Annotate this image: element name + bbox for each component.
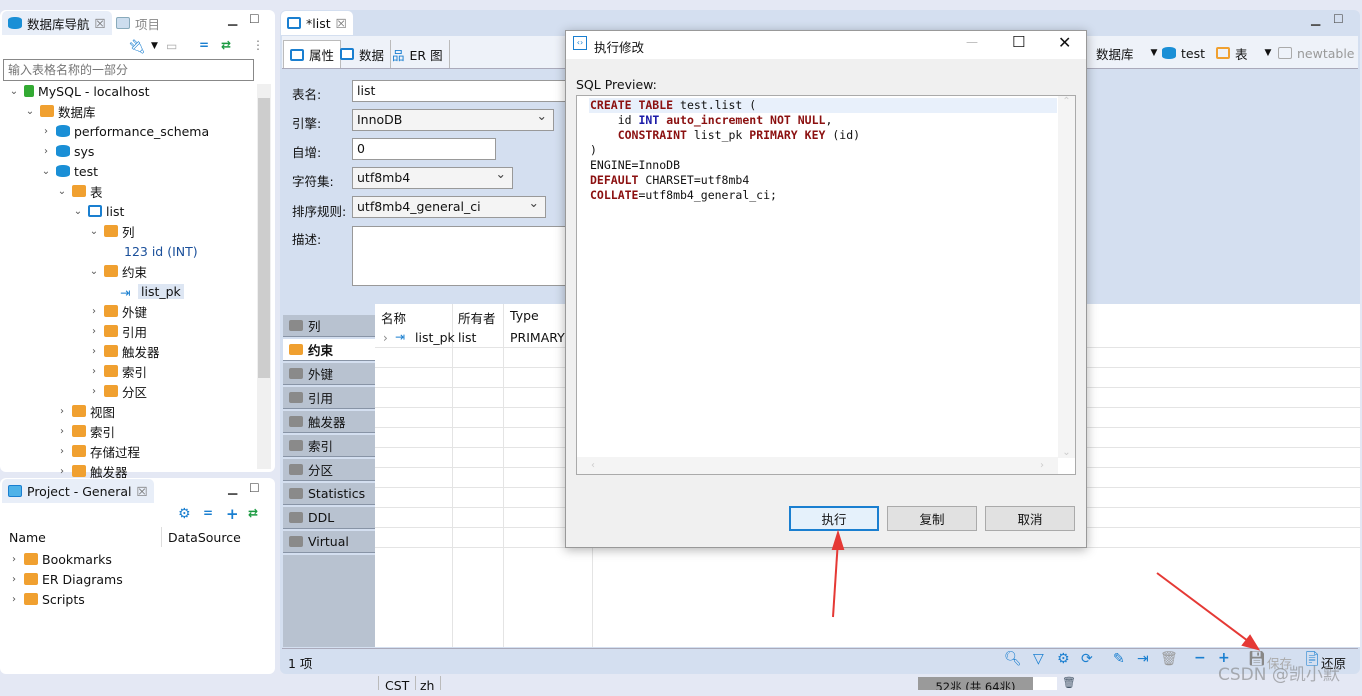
watermark: CSDN @凯小默: [1218, 665, 1340, 685]
arrowhead: [831, 529, 845, 550]
arrow-to-save: [1156, 572, 1253, 645]
annotation-arrows: [831, 529, 1261, 651]
arrow-to-execute: [832, 539, 839, 618]
